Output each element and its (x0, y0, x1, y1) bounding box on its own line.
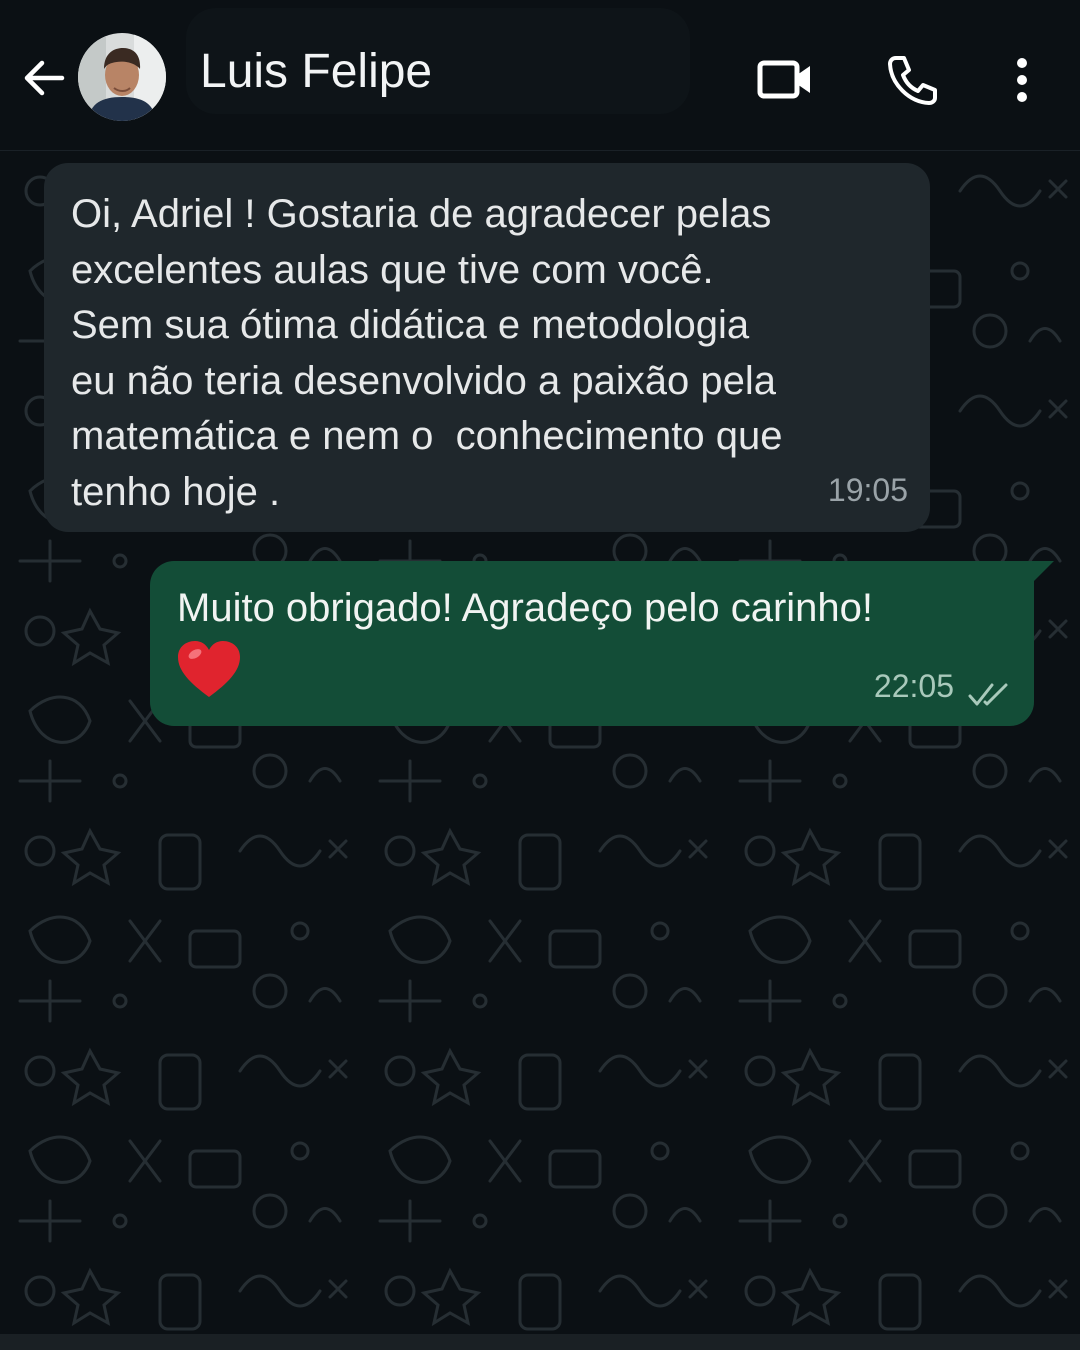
back-button[interactable] (16, 50, 72, 106)
chat-area[interactable]: Oi, Adriel ! Gostaria de agradecer pelas… (0, 151, 1080, 1350)
double-check-icon (968, 683, 1008, 706)
phone-icon (888, 56, 937, 105)
outgoing-bubble-tail (1032, 561, 1054, 583)
chat-header: Luis Felipe (0, 0, 1080, 151)
red-heart-emoji (178, 641, 240, 697)
more-vertical-icon (1017, 58, 1027, 102)
incoming-message-bubble[interactable]: Oi, Adriel ! Gostaria de agradecer pelas… (44, 163, 930, 532)
message-text: Muito obrigado! Agradeço pelo carinho! (177, 586, 874, 630)
outgoing-message-bubble[interactable]: Muito obrigado! Agradeço pelo carinho! 2… (150, 561, 1034, 726)
message-time: 19:05 (827, 471, 908, 508)
contact-info[interactable]: Luis Felipe (186, 8, 690, 114)
bottom-edge (0, 1334, 1080, 1350)
contact-avatar[interactable] (78, 33, 166, 121)
voice-call-button[interactable] (880, 48, 944, 112)
avatar-photo (78, 33, 166, 121)
contact-name: Luis Felipe (200, 45, 433, 98)
video-camera-icon (757, 60, 810, 99)
message-text: Oi, Adriel ! Gostaria de agradecer pelas… (71, 192, 783, 514)
message-time: 22:05 (873, 667, 954, 704)
arrow-left-icon (24, 60, 65, 96)
video-call-button[interactable] (750, 50, 820, 110)
more-options-button[interactable] (1000, 46, 1044, 114)
